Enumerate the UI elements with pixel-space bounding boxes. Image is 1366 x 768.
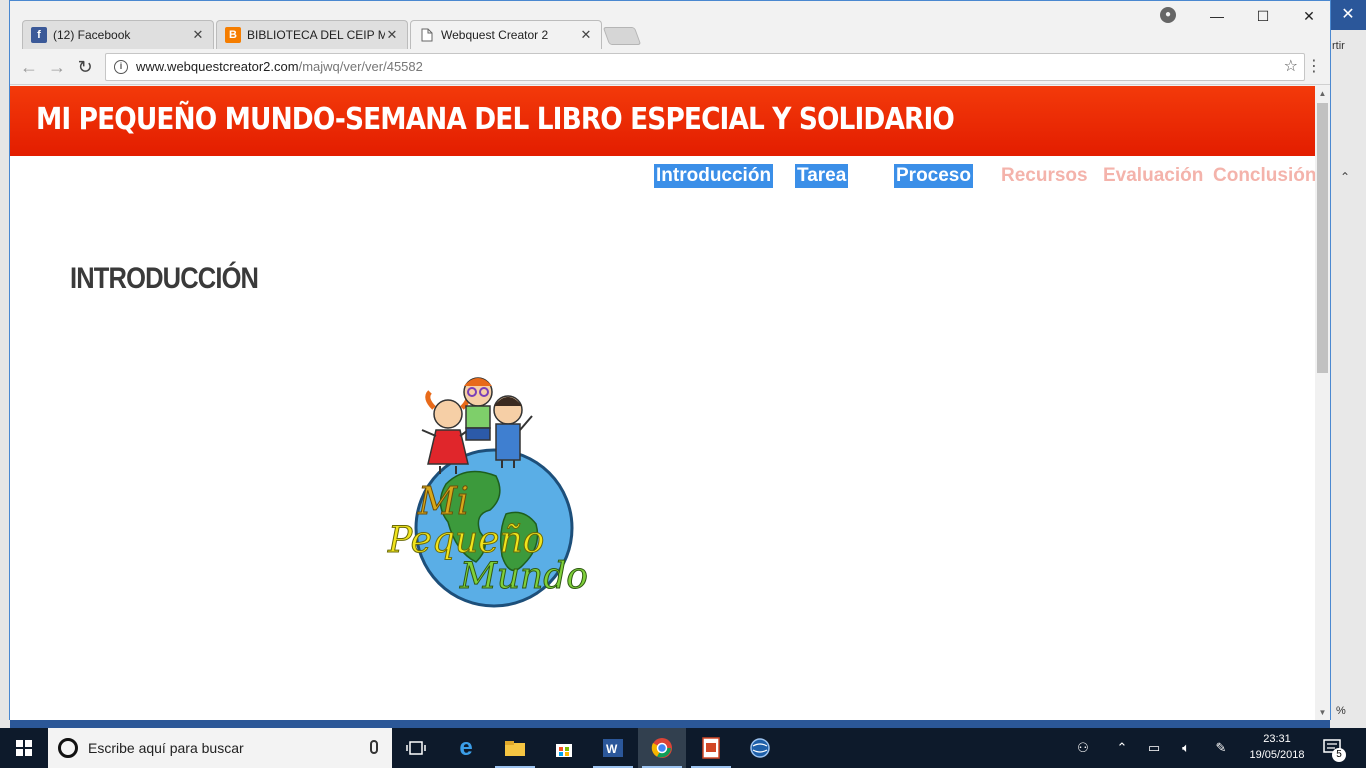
nav-evaluacion[interactable]: Evaluación bbox=[1101, 164, 1205, 188]
store-icon[interactable] bbox=[540, 728, 588, 768]
boy-glasses-figure bbox=[463, 377, 493, 441]
mi-pequeno-mundo-logo: Mi Pequeño Mundo bbox=[387, 377, 588, 608]
site-title: MI PEQUEÑO MUNDO-SEMANA DEL LIBRO ESPECI… bbox=[36, 102, 955, 137]
nav-recursos[interactable]: Recursos bbox=[999, 164, 1090, 188]
tray-chevron-up-icon[interactable]: ⌃ bbox=[1110, 728, 1134, 768]
nav-introduccion[interactable]: Introducción bbox=[654, 164, 774, 188]
bookmark-star-icon[interactable]: ☆ bbox=[1284, 54, 1298, 80]
logo-line-2: Pequeño bbox=[387, 520, 544, 561]
background-caret-up-icon: ⌃ bbox=[1340, 170, 1351, 184]
minimize-icon[interactable]: — bbox=[1194, 5, 1240, 27]
windows-start-icon[interactable] bbox=[0, 728, 48, 768]
nav-tarea[interactable]: Tarea bbox=[795, 164, 849, 188]
page-viewport: MI PEQUEÑO MUNDO-SEMANA DEL LIBRO ESPECI… bbox=[10, 86, 1330, 720]
back-icon[interactable]: ← bbox=[18, 56, 40, 78]
clock-date: 19/05/2018 bbox=[1249, 749, 1305, 761]
svg-text:W: W bbox=[606, 742, 618, 756]
tab-title: Webquest Creator 2 bbox=[441, 28, 549, 42]
site-nav: Introducción Tarea Proceso Recursos Eval… bbox=[10, 162, 1318, 192]
task-view-icon[interactable] bbox=[392, 728, 440, 768]
tab-strip: f (12) Facebook ✕ B BIBLIOTECA DEL CEIP … bbox=[10, 1, 1330, 49]
chrome-icon[interactable] bbox=[638, 728, 686, 768]
forward-icon[interactable]: → bbox=[46, 56, 68, 78]
browser-toolbar: ← → ↻ i www.webquestcreator2.com/majwq/v… bbox=[10, 49, 1330, 85]
scroll-up-icon[interactable]: ▲ bbox=[1315, 86, 1330, 101]
url-host: www.webquestcreator2.com bbox=[136, 59, 299, 74]
powerpoint-icon[interactable] bbox=[687, 728, 735, 768]
taskbar: Escribe aquí para buscar e W ⚇ ⌃ ▭ 🔈︎ ✎ … bbox=[0, 728, 1366, 768]
clock-time: 23:31 bbox=[1263, 733, 1291, 745]
app-icon[interactable] bbox=[736, 728, 784, 768]
tab-close-icon[interactable]: ✕ bbox=[191, 27, 205, 43]
tab-close-icon[interactable]: ✕ bbox=[579, 27, 593, 43]
page-scrollbar[interactable]: ▲ ▼ bbox=[1315, 86, 1330, 720]
facebook-icon: f bbox=[31, 27, 47, 43]
search-placeholder: Escribe aquí para buscar bbox=[88, 740, 244, 756]
maximize-icon[interactable]: ☐ bbox=[1240, 5, 1286, 27]
volume-icon[interactable]: 🔈︎ bbox=[1174, 728, 1198, 768]
taskbar-search-input[interactable]: Escribe aquí para buscar bbox=[48, 728, 392, 768]
tab-title: BIBLIOTECA DEL CEIP MERCEDES CARBÓ bbox=[247, 28, 385, 42]
background-close-icon[interactable]: ✕ bbox=[1330, 0, 1366, 30]
nav-proceso[interactable]: Proceso bbox=[894, 164, 973, 188]
site-header: MI PEQUEÑO MUNDO-SEMANA DEL LIBRO ESPECI… bbox=[10, 86, 1315, 156]
url-path: /majwq/ver/ver/45582 bbox=[298, 59, 423, 74]
page-icon bbox=[419, 27, 435, 43]
edge-icon[interactable]: e bbox=[442, 728, 490, 768]
background-zoom-text: % bbox=[1336, 705, 1346, 717]
tab-close-icon[interactable]: ✕ bbox=[385, 27, 399, 43]
section-title: INTRODUCCIÓN bbox=[70, 262, 259, 295]
cortana-icon bbox=[58, 738, 78, 758]
new-tab-button[interactable] bbox=[602, 27, 642, 45]
nav-conclusion[interactable]: Conclusión bbox=[1211, 164, 1318, 188]
blogger-icon: B bbox=[225, 27, 241, 43]
taskbar-clock[interactable]: 23:31 19/05/2018 bbox=[1244, 731, 1310, 763]
info-icon[interactable]: i bbox=[114, 60, 128, 74]
reload-icon[interactable]: ↻ bbox=[74, 56, 96, 78]
word-icon[interactable]: W bbox=[589, 728, 637, 768]
notification-count-badge: 5 bbox=[1332, 748, 1346, 762]
logo-line-3: Mundo bbox=[459, 556, 588, 597]
tab-facebook[interactable]: f (12) Facebook ✕ bbox=[22, 20, 214, 49]
file-explorer-icon[interactable] bbox=[491, 728, 539, 768]
address-bar[interactable]: i www.webquestcreator2.com/majwq/ver/ver… bbox=[105, 53, 1305, 81]
logo-line-1: Mi bbox=[417, 479, 469, 523]
profile-icon[interactable]: ● bbox=[1160, 7, 1176, 23]
browser-window: f (12) Facebook ✕ B BIBLIOTECA DEL CEIP … bbox=[9, 0, 1331, 720]
battery-icon[interactable]: ▭ bbox=[1142, 728, 1166, 768]
people-icon[interactable]: ⚇ bbox=[1070, 728, 1096, 768]
scroll-down-icon[interactable]: ▼ bbox=[1315, 705, 1330, 720]
menu-dots-icon[interactable]: ⋮ bbox=[1306, 57, 1322, 77]
background-app: ✕ rtir ⌃ % bbox=[1330, 0, 1366, 728]
close-window-icon[interactable]: ✕ bbox=[1286, 5, 1332, 27]
tab-biblioteca[interactable]: B BIBLIOTECA DEL CEIP MERCEDES CARBÓ ✕ bbox=[216, 20, 408, 49]
scroll-thumb[interactable] bbox=[1317, 103, 1328, 373]
pen-icon[interactable]: ✎ bbox=[1208, 728, 1234, 768]
tab-title: (12) Facebook bbox=[53, 28, 131, 42]
microphone-icon[interactable] bbox=[370, 740, 378, 754]
tab-webquest[interactable]: Webquest Creator 2 ✕ bbox=[410, 20, 602, 49]
background-partial-text: rtir bbox=[1332, 40, 1345, 52]
